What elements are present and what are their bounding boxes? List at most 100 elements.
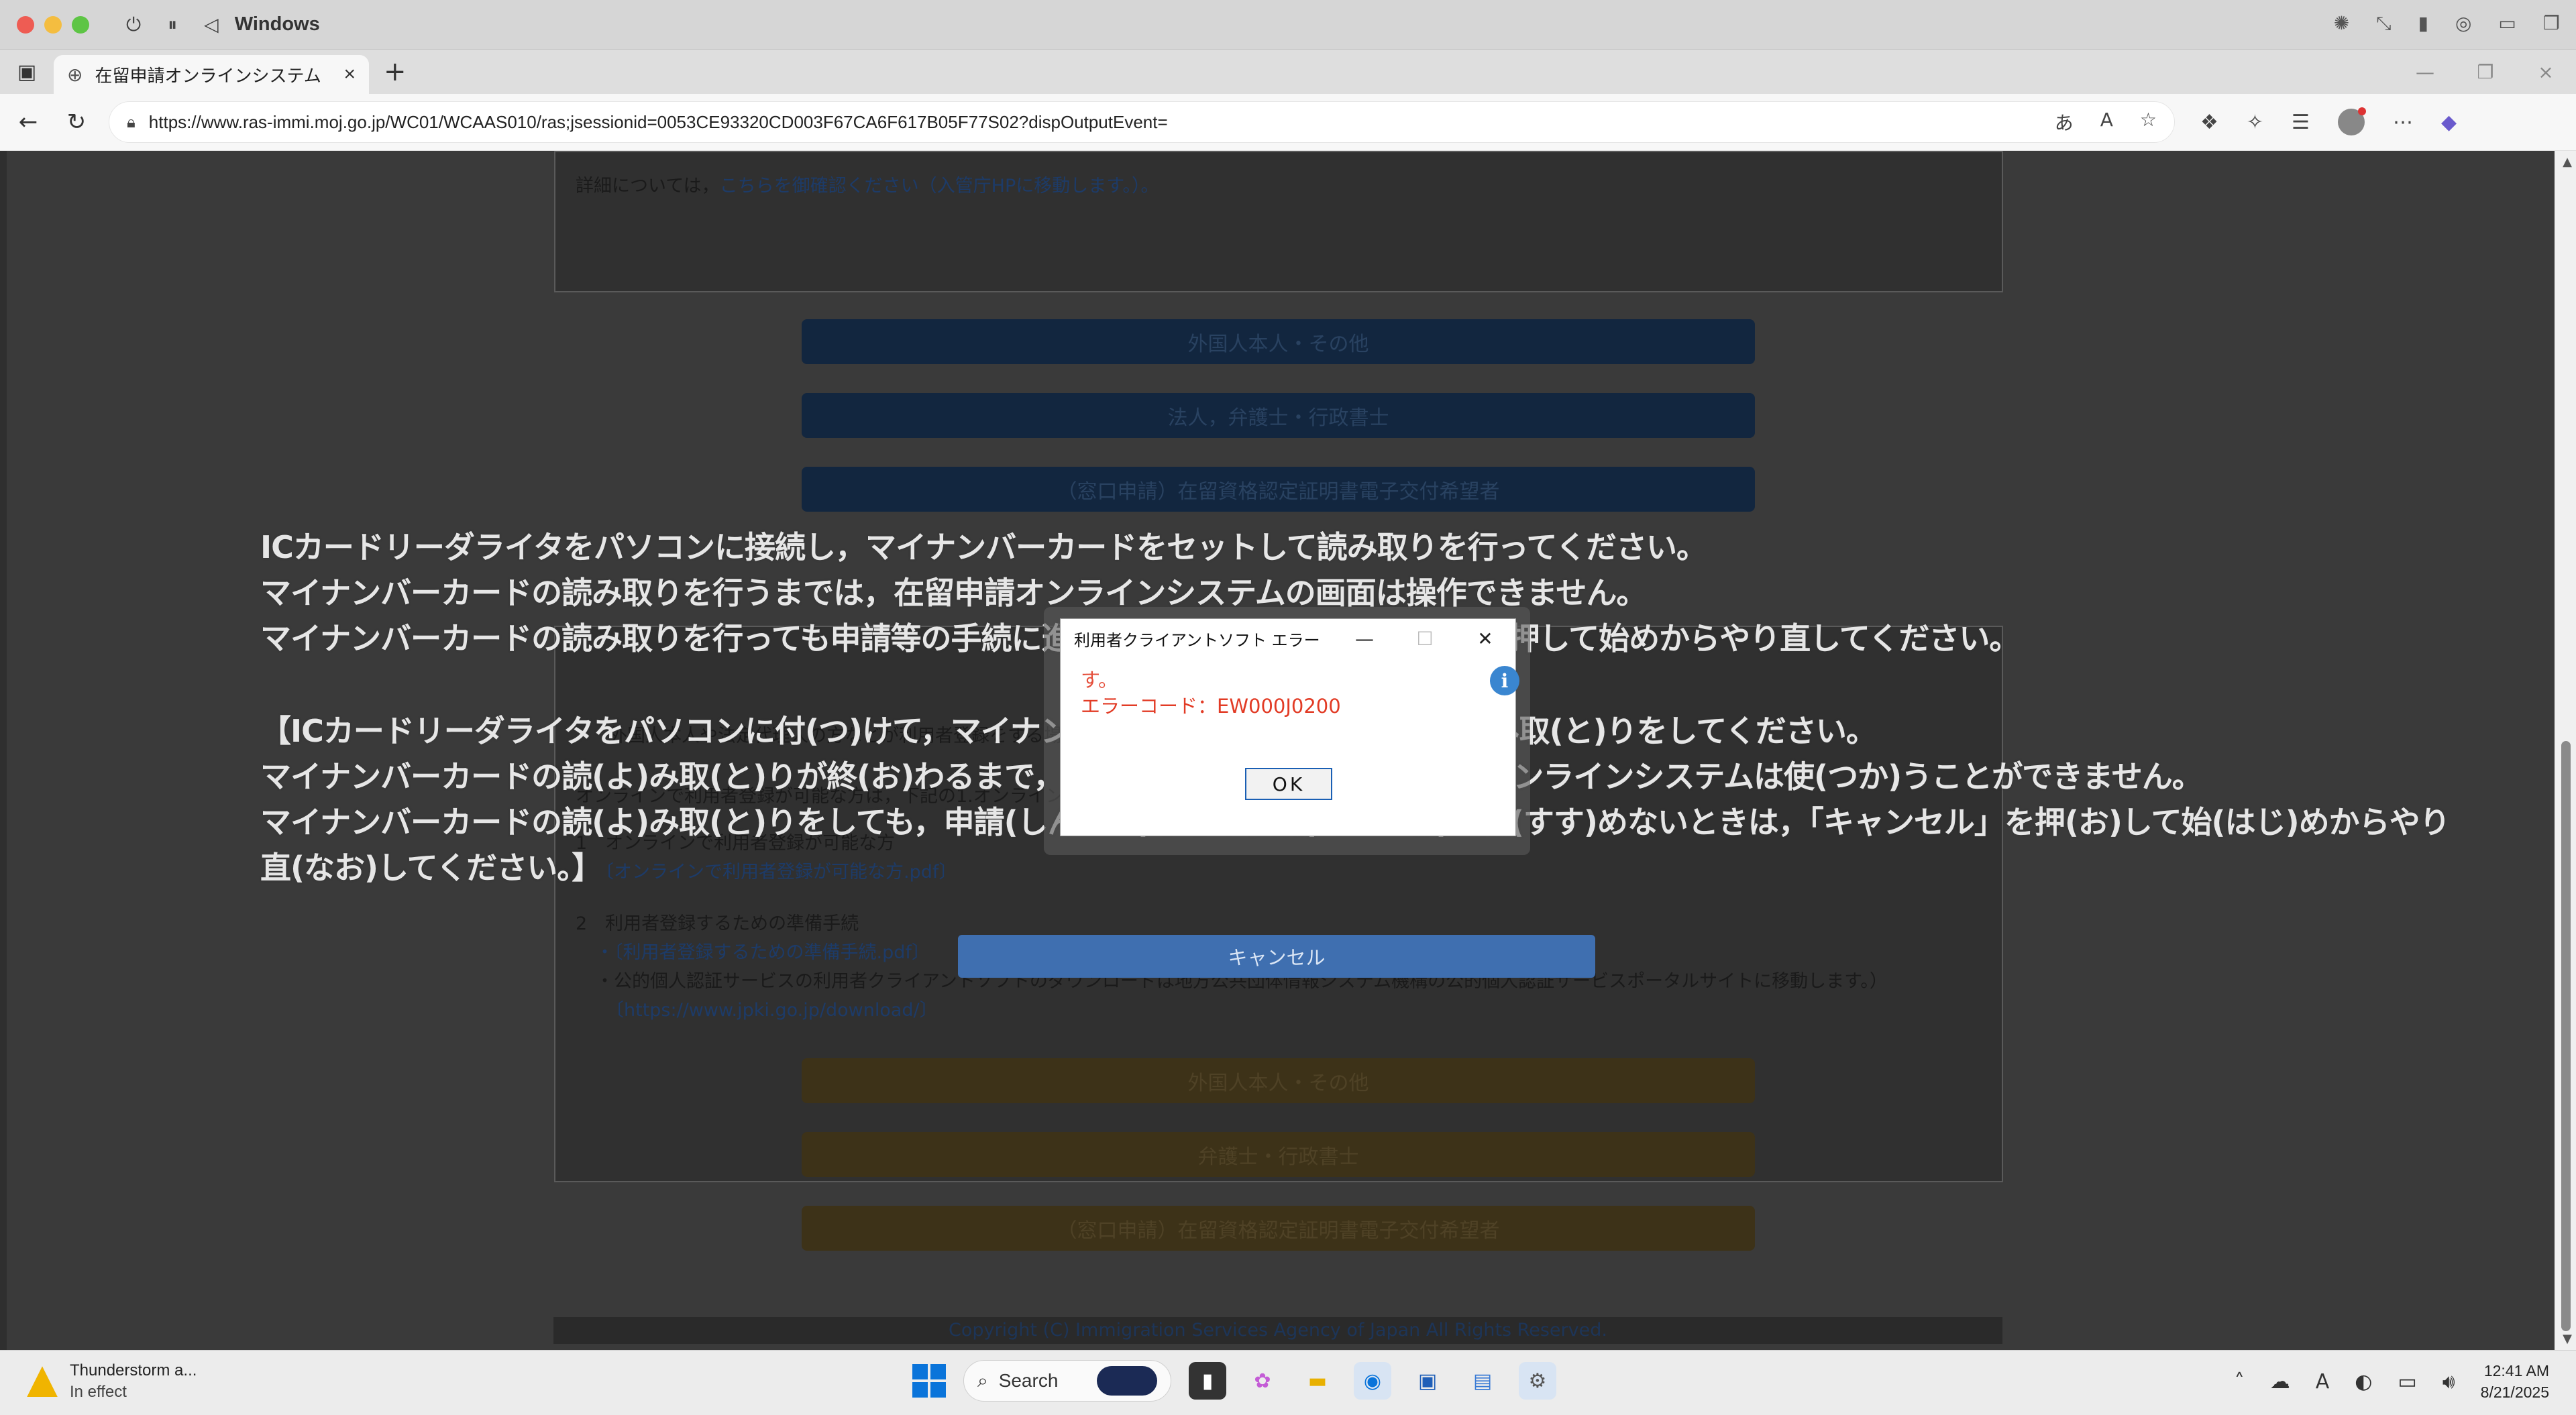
- dialog-titlebar[interactable]: 利用者クライアントソフト エラー — ☐ ✕: [1061, 619, 1515, 658]
- scroll-up-icon[interactable]: ▲: [2563, 155, 2572, 169]
- panel-text-detail: 詳細については，: [576, 176, 720, 196]
- panel-link[interactable]: 〔オンラインで利用者登録が可能な方.pdf〕: [596, 857, 957, 888]
- scroll-down-icon[interactable]: ▼: [2563, 1332, 2572, 1346]
- start-button[interactable]: [912, 1364, 946, 1398]
- favorite-star-icon[interactable]: ☆: [2140, 109, 2157, 135]
- resize-icon[interactable]: ⤡: [2376, 12, 2391, 35]
- tab-actions-icon[interactable]: ▣: [0, 50, 54, 94]
- back-icon[interactable]: ←: [4, 109, 52, 135]
- overlay-line-7: 直(なお)してください。】: [260, 850, 602, 886]
- power-icon[interactable]: ⏻: [126, 13, 141, 36]
- error-dialog: 利用者クライアントソフト エラー — ☐ ✕ す。 エラーコード：EW000J0…: [1060, 618, 1519, 836]
- close-window-button[interactable]: [17, 15, 34, 34]
- terminal-app-icon[interactable]: ▮: [1189, 1362, 1226, 1400]
- host-toolbar-icons: ✺ ⤡ ▮ ◎ ▭ ❐: [2334, 12, 2560, 35]
- dialog-minimize-icon[interactable]: —: [1334, 619, 1395, 658]
- pause-icon[interactable]: ⏸: [168, 13, 177, 36]
- minimize-window-button[interactable]: [44, 15, 62, 34]
- close-icon[interactable]: ×: [2516, 50, 2576, 94]
- store-app-icon[interactable]: ▣: [1409, 1362, 1446, 1400]
- volume-icon[interactable]: 🔊︎: [2443, 1370, 2455, 1394]
- info-panel-top: 詳細については，こちらを御確認ください（入管庁HPに移動します。）。: [554, 151, 2003, 292]
- display-icon[interactable]: ▭: [2398, 1370, 2416, 1394]
- system-tray: ˄ ☁ A ◐ ▭ 🔊︎ 12:41 AM 8/21/2025: [2235, 1360, 2549, 1403]
- taskbar: Thunderstorm a... In effect ⌕ Search ▮ ✿…: [0, 1350, 2576, 1415]
- weather-title: Thunderstorm a...: [70, 1361, 197, 1379]
- favorites-icon[interactable]: ☰: [2292, 111, 2310, 134]
- edge-app-icon[interactable]: ◉: [1354, 1362, 1391, 1400]
- back-triangle-icon[interactable]: ◁: [204, 13, 219, 36]
- navy-button-corporation[interactable]: 法人，弁護士・行政書士: [802, 393, 1755, 438]
- globe-icon: ⊕: [67, 64, 83, 85]
- gold-button-counter[interactable]: （窓口申請）在留資格認定証明書電子交付希望者: [802, 1206, 1755, 1251]
- tab-close-icon[interactable]: ×: [343, 63, 356, 86]
- copilot-app-icon[interactable]: ✿: [1244, 1362, 1281, 1400]
- copyright-text: Copyright (C) Immigration Services Agenc…: [553, 1317, 2002, 1344]
- ime-icon[interactable]: A: [2316, 1370, 2330, 1394]
- warning-icon: [27, 1366, 58, 1398]
- ok-button[interactable]: OK: [1245, 768, 1332, 800]
- gold-button-foreigner[interactable]: 外国人本人・その他: [802, 1058, 1755, 1103]
- lock-icon[interactable]: 🔒︎: [127, 113, 136, 131]
- navy-button-foreigner[interactable]: 外国人本人・その他: [802, 319, 1755, 364]
- refresh-icon[interactable]: ↻: [52, 109, 101, 135]
- weather-widget[interactable]: Thunderstorm a... In effect: [27, 1360, 197, 1404]
- address-bar: ← ↻ 🔒︎ https://www.ras-immi.moj.go.jp/WC…: [0, 94, 2576, 151]
- traffic-lights: [17, 15, 89, 34]
- url-field[interactable]: 🔒︎ https://www.ras-immi.moj.go.jp/WC01/W…: [109, 101, 2175, 143]
- search-icon: ⌕: [977, 1369, 988, 1391]
- translate-icon[interactable]: あ: [2055, 109, 2074, 135]
- cloud-icon[interactable]: ☁: [2270, 1370, 2290, 1394]
- taskbar-center: ⌕ Search ▮ ✿ ▬ ◉ ▣ ▤ ⚙: [912, 1360, 1556, 1402]
- scrollbar[interactable]: ▲ ▼: [2555, 151, 2576, 1350]
- read-aloud-icon[interactable]: A: [2100, 109, 2113, 135]
- panel-link[interactable]: ・〔利用者登録するための準備手続.pdf〕: [596, 938, 930, 968]
- host-window-bar: ⏻ ⏸ ◁ Windows ✺ ⤡ ▮ ◎ ▭ ❐: [0, 0, 2576, 50]
- dialog-error-code: エラーコード：EW000J0200: [1081, 695, 1341, 718]
- tab-active[interactable]: ⊕ 在留申請オンラインシステム ×: [54, 55, 369, 94]
- zoom-window-button[interactable]: [72, 15, 89, 34]
- network-icon[interactable]: ◎: [2455, 12, 2471, 35]
- usb-icon[interactable]: ▮: [2418, 12, 2428, 35]
- dialog-message-partial: す。: [1081, 669, 1118, 691]
- url-text: https://www.ras-immi.moj.go.jp/WC01/WCAA…: [148, 111, 1168, 132]
- puzzle-icon[interactable]: ✧: [2247, 111, 2263, 134]
- more-icon[interactable]: ⋯: [2393, 111, 2413, 134]
- dialog-close-icon[interactable]: ✕: [1455, 619, 1515, 658]
- file-explorer-icon[interactable]: ▬: [1299, 1362, 1336, 1400]
- folder-icon[interactable]: ▭: [2498, 12, 2516, 35]
- minimize-icon[interactable]: —: [2395, 50, 2455, 94]
- window-controls: — ❐ ×: [2395, 50, 2576, 94]
- new-tab-button[interactable]: +: [384, 56, 407, 87]
- search-placeholder: Search: [998, 1370, 1059, 1391]
- copilot-icon[interactable]: ◆: [2441, 111, 2457, 134]
- brightness-icon[interactable]: ✺: [2334, 12, 2349, 35]
- cancel-button[interactable]: キャンセル: [958, 935, 1595, 978]
- panel-link[interactable]: 〔https://www.jpki.go.jp/download/〕: [606, 995, 938, 1026]
- chevron-up-icon[interactable]: ˄: [2235, 1370, 2245, 1394]
- window-icon[interactable]: ❐: [2543, 12, 2560, 35]
- weather-subtitle: In effect: [70, 1383, 127, 1402]
- search-highlight-icon: [1097, 1366, 1157, 1396]
- clock[interactable]: 12:41 AM 8/21/2025: [2481, 1360, 2549, 1403]
- dialog-maximize-icon: ☐: [1416, 627, 1434, 650]
- scroll-thumb[interactable]: [2561, 741, 2571, 1331]
- navy-button-counter[interactable]: （窓口申請）在留資格認定証明書電子交付希望者: [802, 467, 1755, 512]
- profile-avatar[interactable]: [2337, 107, 2366, 135]
- dialog-title: 利用者クライアントソフト エラー: [1074, 630, 1320, 650]
- clock-time: 12:41 AM: [2483, 1362, 2549, 1379]
- dialog-message: す。 エラーコード：EW000J0200: [1081, 667, 1341, 720]
- sync-icon[interactable]: ◐: [2355, 1370, 2372, 1394]
- details-link[interactable]: こちらを御確認ください（入管庁HPに移動します。）。: [720, 176, 1159, 196]
- gold-button-lawyer[interactable]: 弁護士・行政書士: [802, 1132, 1755, 1177]
- panel-line: 2 利用者登録するための準備手続: [576, 913, 859, 934]
- extension-icon[interactable]: ❖: [2200, 111, 2218, 134]
- restore-icon[interactable]: ❐: [2455, 50, 2516, 94]
- client-software-icon[interactable]: ⚙: [1519, 1362, 1556, 1400]
- remote-app-icon[interactable]: ▤: [1464, 1362, 1501, 1400]
- taskbar-search[interactable]: ⌕ Search: [963, 1360, 1171, 1402]
- host-title: Windows: [234, 13, 320, 35]
- overlay-line-1: ICカードリーダライタをパソコンに接続し，マイナンバーカードをセットして読み取り…: [260, 529, 1707, 565]
- info-icon: i: [1490, 666, 1519, 695]
- clock-date: 8/21/2025: [2480, 1383, 2549, 1402]
